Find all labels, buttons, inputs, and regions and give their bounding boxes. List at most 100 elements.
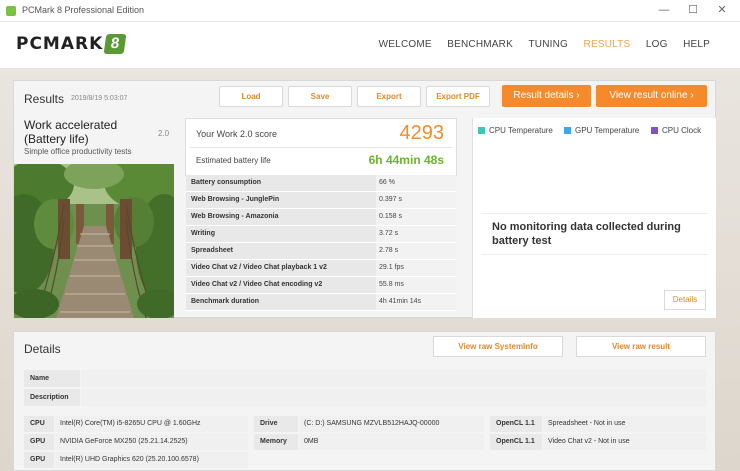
no-data-message: No monitoring data collected during batt… xyxy=(492,221,681,247)
save-button[interactable]: Save xyxy=(288,86,352,107)
test-illustration xyxy=(14,164,174,318)
metric-value: 66 % xyxy=(376,175,456,191)
nav-tuning[interactable]: TUNING xyxy=(528,39,568,50)
memory-label: Memory xyxy=(254,434,298,450)
gpu-value: Intel(R) UHD Graphics 620 (25.20.100.657… xyxy=(55,452,248,468)
metric-name: Video Chat v2 / Video Chat encoding v2 xyxy=(191,281,323,288)
logo-badge: 8 xyxy=(103,34,127,54)
metric-name: Web Browsing - Amazonia xyxy=(191,213,279,220)
nav-benchmark[interactable]: BENCHMARK xyxy=(447,39,513,50)
table-row: Video Chat v2 / Video Chat playback 1 v2… xyxy=(186,260,456,277)
description-label: Description xyxy=(24,389,80,406)
test-title-line2: (Battery life) xyxy=(24,132,89,146)
metric-name: Spreadsheet xyxy=(191,247,234,254)
chevron-right-icon: › xyxy=(576,90,580,101)
nav-welcome[interactable]: WELCOME xyxy=(379,39,432,50)
memory-row: Memory 0MB xyxy=(254,434,484,450)
details-panel: Details View raw SystemInfo View raw res… xyxy=(13,331,716,471)
table-row: Web Browsing - JunglePin 0.397 s xyxy=(186,192,456,209)
opencl-label: OpenCL 1.1 xyxy=(490,416,542,432)
gpu-row: GPU NVIDIA GeForce MX250 (25.21.14.2525) xyxy=(24,434,248,450)
view-raw-systeminfo-button[interactable]: View raw SystemInfo xyxy=(433,336,563,357)
legend-cpu-clock[interactable]: CPU Clock xyxy=(651,126,701,135)
main-nav: WELCOME BENCHMARK TUNING RESULTS LOG HEL… xyxy=(366,39,710,50)
score-box: Your Work 2.0 score 4293 Estimated batte… xyxy=(185,118,457,176)
legend-label: GPU Temperature xyxy=(575,126,640,135)
test-subtitle: Simple office productivity tests xyxy=(24,147,132,156)
window-title: PCMark 8 Professional Edition xyxy=(22,5,145,15)
nav-help[interactable]: HELP xyxy=(683,39,710,50)
legend-cpu-temperature[interactable]: CPU Temperature xyxy=(478,126,553,135)
metrics-table: Battery consumption 66 % Web Browsing - J… xyxy=(186,175,456,311)
view-raw-result-button[interactable]: View raw result xyxy=(576,336,706,357)
metric-name: Writing xyxy=(191,230,215,237)
metric-value: 0.158 s xyxy=(376,209,456,225)
metric-name: Battery consumption xyxy=(191,179,262,186)
table-row: Web Browsing - Amazonia 0.158 s xyxy=(186,209,456,226)
description-field[interactable] xyxy=(81,389,706,406)
opencl-value: Spreadsheet - Not in use xyxy=(543,416,706,432)
view-result-online-button[interactable]: View result online › xyxy=(596,85,707,107)
result-details-button[interactable]: Result details › xyxy=(502,85,591,107)
gpu-row: GPU Intel(R) UHD Graphics 620 (25.20.100… xyxy=(24,452,248,468)
cpu-label: CPU xyxy=(24,416,54,432)
legend-swatch xyxy=(651,127,658,134)
table-row: Video Chat v2 / Video Chat encoding v2 55… xyxy=(186,277,456,294)
gpu-label: GPU xyxy=(24,452,54,468)
description-row: Description xyxy=(24,389,706,406)
drive-value: (C: D:) SAMSUNG MZVLB512HAJQ-00000 xyxy=(299,416,484,432)
metric-value: 0.397 s xyxy=(376,192,456,208)
metric-name: Video Chat v2 / Video Chat playback 1 v2 xyxy=(191,264,327,271)
metric-value: 29.1 fps xyxy=(376,260,456,276)
table-row: Writing 3.72 s xyxy=(186,226,456,243)
score-label: Your Work 2.0 score xyxy=(196,129,278,139)
metric-value: 3.72 s xyxy=(376,226,456,242)
nav-results[interactable]: RESULTS xyxy=(584,39,631,50)
table-row: Battery consumption 66 % xyxy=(186,175,456,192)
table-row: Benchmark duration 4h 41min 14s xyxy=(186,294,456,311)
name-field[interactable] xyxy=(81,370,706,387)
app-icon xyxy=(6,6,16,16)
legend-label: CPU Temperature xyxy=(489,126,553,135)
name-row: Name xyxy=(24,370,706,387)
metric-value: 2.78 s xyxy=(376,243,456,259)
app-header: PCMARK 8 WELCOME BENCHMARK TUNING RESULTS… xyxy=(0,22,740,68)
score-value: 4293 xyxy=(399,122,445,144)
monitoring-details-button[interactable]: Details xyxy=(664,290,706,310)
cpu-row: CPU Intel(R) Core(TM) i5-8265U CPU @ 1.6… xyxy=(24,416,248,432)
drive-label: Drive xyxy=(254,416,298,432)
divider xyxy=(481,213,708,214)
chevron-right-icon: › xyxy=(690,90,694,101)
metric-name: Web Browsing - JunglePin xyxy=(191,196,280,203)
title-bar: PCMark 8 Professional Edition — ☐ ✕ xyxy=(0,0,740,22)
close-button[interactable]: ✕ xyxy=(713,3,731,18)
opencl-value: Video Chat v2 - Not in use xyxy=(543,434,706,450)
metric-value: 55.8 ms xyxy=(376,277,456,293)
divider xyxy=(481,254,708,255)
battery-label: Estimated battery life xyxy=(196,156,271,165)
logo-text: PCMARK xyxy=(16,34,104,54)
details-heading: Details xyxy=(24,342,61,356)
gpu-label: GPU xyxy=(24,434,54,450)
test-title-line1: Work accelerated xyxy=(24,118,118,132)
memory-value: 0MB xyxy=(299,434,484,450)
divider xyxy=(190,147,452,148)
cpu-value: Intel(R) Core(TM) i5-8265U CPU @ 1.60GHz xyxy=(55,416,248,432)
metric-name: Benchmark duration xyxy=(191,298,260,305)
export-button[interactable]: Export xyxy=(357,86,421,107)
maximize-button[interactable]: ☐ xyxy=(684,3,702,18)
drive-row: Drive (C: D:) SAMSUNG MZVLB512HAJQ-00000 xyxy=(254,416,484,432)
table-row: Spreadsheet 2.78 s xyxy=(186,243,456,260)
results-panel: Results 2019/8/19 5:03:07 Load Save Expo… xyxy=(13,80,716,318)
battery-value: 6h 44min 48s xyxy=(368,153,444,167)
gpu-value: NVIDIA GeForce MX250 (25.21.14.2525) xyxy=(55,434,248,450)
opencl-row: OpenCL 1.1 Spreadsheet - Not in use xyxy=(490,416,706,432)
legend-gpu-temperature[interactable]: GPU Temperature xyxy=(564,126,639,135)
legend-swatch xyxy=(478,127,485,134)
results-heading: Results xyxy=(24,92,65,106)
minimize-button[interactable]: — xyxy=(655,3,673,18)
nav-log[interactable]: LOG xyxy=(646,39,668,50)
monitoring-panel: CPU Temperature GPU Temperature CPU Cloc… xyxy=(472,118,716,318)
load-button[interactable]: Load xyxy=(219,86,283,107)
export-pdf-button[interactable]: Export PDF xyxy=(426,86,490,107)
